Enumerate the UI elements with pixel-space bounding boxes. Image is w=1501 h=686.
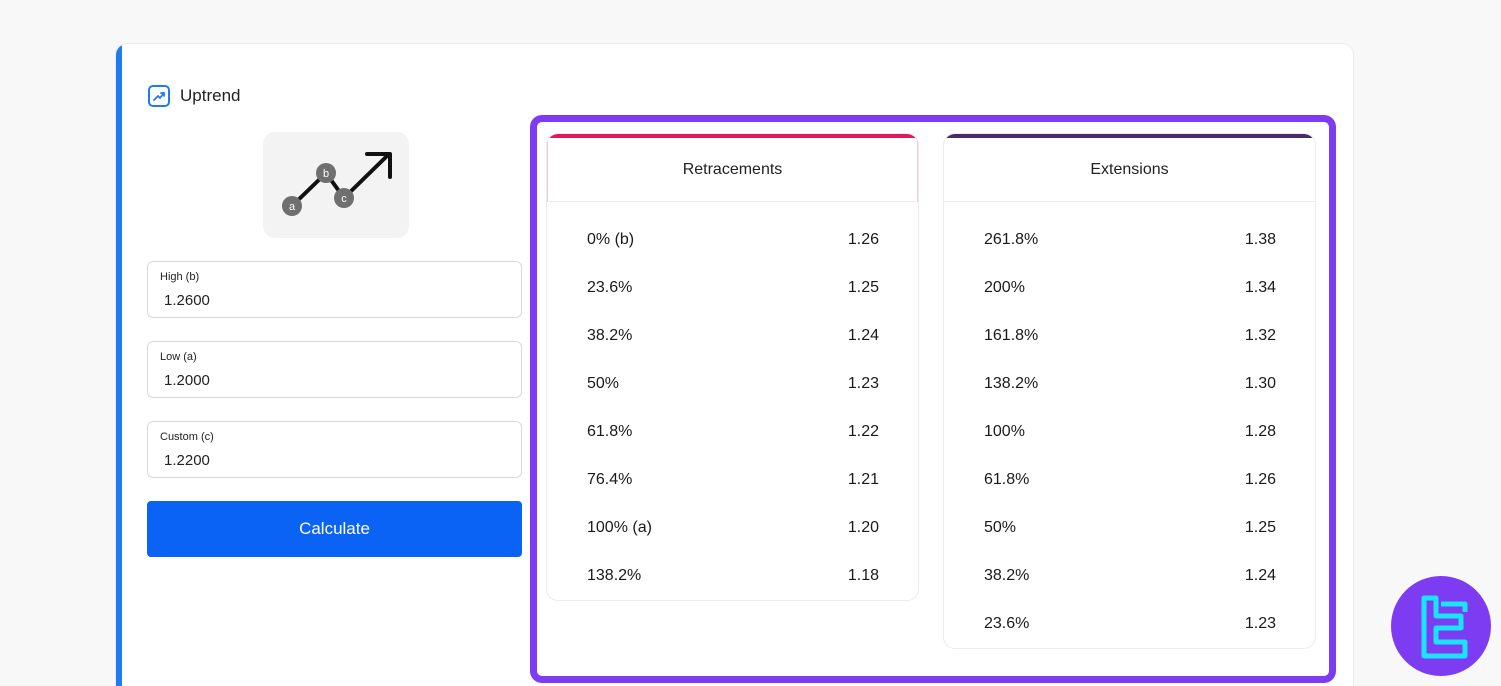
- extension-level: 100%: [984, 423, 1025, 440]
- point-b-label: b: [323, 168, 329, 180]
- extension-level: 23.6%: [984, 615, 1030, 632]
- retracements-title: Retracements: [547, 138, 918, 202]
- retracement-value: 1.25: [847, 279, 879, 296]
- results-box: Retracements 0% (b) 1.26 23.6% 1.25 38.2% 1.2…: [530, 115, 1336, 683]
- extension-value: 1.34: [1244, 279, 1276, 296]
- retracement-value: 1.23: [847, 375, 879, 392]
- retracement-value: 1.26: [847, 231, 879, 248]
- retracement-level: 38.2%: [587, 327, 633, 344]
- extension-level: 200%: [984, 279, 1025, 296]
- extension-value: 1.23: [1244, 615, 1276, 632]
- high-b-input[interactable]: [164, 292, 504, 309]
- calculate-button[interactable]: Calculate: [147, 501, 522, 557]
- extension-level: 61.8%: [984, 471, 1030, 488]
- retracements-list: 0% (b) 1.26 23.6% 1.25 38.2% 1.24 50% 1.23 61.8%…: [547, 202, 918, 600]
- retracement-value: 1.18: [847, 567, 879, 584]
- extensions-list: 261.8% 1.38 200% 1.34 161.8% 1.32 138.2% 1.30 10…: [944, 202, 1315, 648]
- retracement-value: 1.21: [847, 471, 879, 488]
- extension-value: 1.26: [1244, 471, 1276, 488]
- uptrend-abc-illustration: a b c: [263, 132, 409, 238]
- card-accent-bar: [116, 44, 122, 686]
- retracement-value: 1.20: [847, 519, 879, 536]
- low-a-label: Low (a): [160, 351, 197, 363]
- extension-row: 61.8% 1.26: [944, 456, 1315, 504]
- retracement-row: 50% 1.23: [547, 360, 918, 408]
- retracement-value: 1.22: [847, 423, 879, 440]
- low-a-field[interactable]: Low (a): [147, 341, 522, 398]
- extension-row: 50% 1.25: [944, 504, 1315, 552]
- retracement-level: 100% (a): [587, 519, 652, 536]
- extension-level: 261.8%: [984, 231, 1039, 248]
- custom-c-field[interactable]: Custom (c): [147, 421, 522, 478]
- retracement-level: 76.4%: [587, 471, 633, 488]
- extension-row: 161.8% 1.32: [944, 312, 1315, 360]
- trend-mode-label: Uptrend: [180, 86, 241, 105]
- extension-row: 23.6% 1.23: [944, 600, 1315, 648]
- extension-row: 261.8% 1.38: [944, 216, 1315, 264]
- retracement-row: 76.4% 1.21: [547, 456, 918, 504]
- brand-logo-icon[interactable]: [1391, 576, 1491, 676]
- extension-value: 1.32: [1244, 327, 1276, 344]
- high-b-label: High (b): [160, 271, 200, 283]
- extension-level: 50%: [984, 519, 1017, 536]
- retracement-value: 1.24: [847, 327, 879, 344]
- extension-level: 38.2%: [984, 567, 1030, 584]
- custom-c-label: Custom (c): [160, 431, 214, 443]
- point-a-label: a: [289, 201, 296, 213]
- extension-value: 1.24: [1244, 567, 1276, 584]
- retracement-row: 23.6% 1.25: [547, 264, 918, 312]
- retracement-level: 50%: [587, 375, 620, 392]
- extension-row: 38.2% 1.24: [944, 552, 1315, 600]
- extension-value: 1.38: [1244, 231, 1276, 248]
- retracement-level: 0% (b): [587, 231, 635, 248]
- extension-row: 200% 1.34: [944, 264, 1315, 312]
- retracement-level: 138.2%: [587, 567, 642, 584]
- extensions-title: Extensions: [944, 138, 1315, 202]
- extension-value: 1.28: [1244, 423, 1276, 440]
- extension-value: 1.30: [1244, 375, 1276, 392]
- point-c-label: c: [341, 193, 347, 205]
- custom-c-input[interactable]: [164, 452, 504, 469]
- retracements-panel: Retracements 0% (b) 1.26 23.6% 1.25 38.2% 1.2…: [546, 133, 919, 601]
- retracement-row: 138.2% 1.18: [547, 552, 918, 600]
- extension-row: 100% 1.28: [944, 408, 1315, 456]
- trend-up-icon: [148, 85, 170, 107]
- extensions-panel: Extensions 261.8% 1.38 200% 1.34 161.8% 1.32 1…: [943, 133, 1316, 649]
- retracement-level: 23.6%: [587, 279, 633, 296]
- extension-level: 138.2%: [984, 375, 1039, 392]
- retracement-level: 61.8%: [587, 423, 633, 440]
- retracement-row: 38.2% 1.24: [547, 312, 918, 360]
- extension-row: 138.2% 1.30: [944, 360, 1315, 408]
- low-a-input[interactable]: [164, 372, 504, 389]
- trend-mode-option[interactable]: Uptrend: [148, 85, 240, 107]
- high-b-field[interactable]: High (b): [147, 261, 522, 318]
- retracement-row: 61.8% 1.22: [547, 408, 918, 456]
- retracement-row: 0% (b) 1.26: [547, 216, 918, 264]
- extension-value: 1.25: [1244, 519, 1276, 536]
- retracement-row: 100% (a) 1.20: [547, 504, 918, 552]
- extension-level: 161.8%: [984, 327, 1039, 344]
